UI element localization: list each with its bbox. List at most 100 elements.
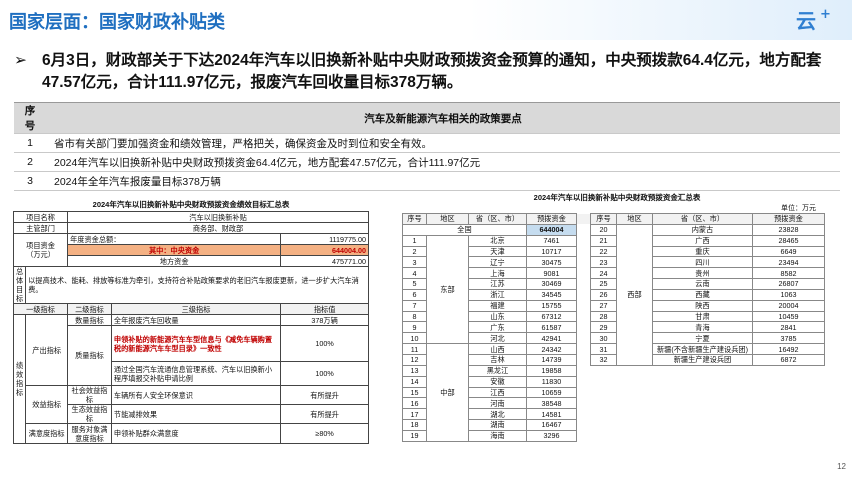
alloc-seq: 11	[402, 343, 427, 355]
alloc-seq: 4	[402, 267, 427, 280]
alloc-region: 中部	[426, 343, 469, 442]
headline-text: 6月3日，财政部关于下达2024年汽车以旧换新补贴中央财政预拨资金预算的通知，中…	[42, 52, 822, 91]
table-gap	[576, 235, 591, 247]
alloc-value: 19858	[526, 364, 577, 377]
table-gap	[576, 365, 591, 377]
budget-row-label: 其中：中央资金	[67, 244, 282, 256]
alloc-seq: 26	[590, 288, 617, 301]
alloc-seq: 25	[590, 278, 617, 290]
perf-indicator: 节能减排效果	[110, 404, 282, 424]
alloc-seq: 30	[590, 332, 617, 345]
table-gap	[576, 213, 591, 225]
policy-table: 序号 汽车及新能源汽车相关的政策要点 1 省市有关部门要加强资金和绩效管理，严格…	[14, 102, 840, 191]
alloc-province: 陕西	[652, 299, 753, 312]
perf-header: 一级指标	[12, 303, 69, 315]
table-gap	[576, 267, 591, 279]
table-gap	[576, 311, 591, 322]
perf-indicator: 申领补贴群众满意度	[110, 423, 282, 444]
alloc-header: 预拨资金	[526, 213, 577, 225]
alloc-seq: 15	[402, 386, 427, 399]
alloc-header: 预拨资金	[752, 213, 825, 225]
alloc-province: 新疆(不含新疆生产建设兵团)	[652, 343, 753, 355]
alloc-value: 30475	[526, 256, 577, 269]
alloc-province: 黑龙江	[468, 364, 527, 377]
alloc-province: 云南	[652, 278, 753, 290]
alloc-province: 甘肃	[652, 310, 753, 323]
empty-cell	[591, 387, 753, 398]
alloc-value: 23828	[752, 223, 825, 236]
alloc-value: 61587	[526, 321, 577, 334]
policy-num: 3	[14, 171, 46, 191]
perf-value: ≥80%	[280, 423, 369, 444]
alloc-seq: 6	[402, 288, 427, 301]
alloc-value: 14581	[526, 408, 577, 421]
page-title: 国家层面：国家财政补贴类	[9, 12, 225, 32]
alloc-total-value: 644004	[526, 223, 577, 236]
perf-value: 378万辆	[280, 314, 369, 326]
table-row: 11 中部 山西 24342 31 新疆(不含新疆生产建设兵团) 16492	[402, 343, 825, 442]
alloc-value: 28465	[752, 234, 825, 247]
alloc-header: 地区	[426, 213, 469, 225]
alloc-seq: 24	[590, 267, 617, 280]
alloc-province: 西藏	[652, 288, 753, 301]
alloc-province: 上海	[468, 267, 527, 280]
alloc-province: 海南	[468, 429, 527, 442]
goal-label: 总体目标	[12, 266, 27, 304]
alloc-province: 河北	[468, 332, 527, 345]
alloc-value: 23494	[752, 256, 825, 269]
budget-row-label: 年度资金总额：	[67, 233, 282, 245]
qty-label: 数量指标	[67, 314, 112, 326]
table-gap	[576, 419, 591, 431]
alloc-value: 10717	[526, 245, 577, 258]
alloc-province: 河南	[468, 397, 527, 410]
alloc-seq: 29	[590, 321, 617, 334]
table-gap	[576, 387, 591, 398]
alloc-seq: 10	[402, 332, 427, 345]
perf-indicator: 车辆所有人安全环保意识	[110, 385, 282, 405]
alloc-province: 广西	[652, 234, 753, 247]
social-label: 社会效益指标	[67, 385, 112, 405]
table-row: 1 省市有关部门要加强资金和绩效管理，严格把关，确保资金及时到位和安全有效。	[14, 133, 840, 153]
alloc-seq: 22	[590, 245, 617, 258]
alloc-seq: 28	[590, 310, 617, 323]
table-gap	[576, 256, 591, 268]
table-gap	[576, 408, 591, 420]
alloc-province: 贵州	[652, 267, 753, 280]
budget-row-value: 1119775.00	[280, 233, 369, 245]
table-gap	[576, 430, 591, 442]
perf-value: 商务部、财政部	[67, 222, 369, 234]
perf-value: 有所提升	[280, 385, 369, 405]
alloc-value: 42941	[526, 332, 577, 345]
policy-col-content: 汽车及新能源汽车相关的政策要点	[46, 102, 840, 134]
alloc-header: 序号	[590, 213, 617, 225]
alloc-seq: 17	[402, 408, 427, 421]
alloc-value: 38548	[526, 397, 577, 410]
table-gap	[576, 321, 591, 333]
alloc-province: 安徽	[468, 375, 527, 388]
perf-indicator: 通过全国汽车流通信息管理系统、汽车以旧换新小程序填报交补贴申请比例	[110, 361, 282, 386]
alloc-header: 序号	[402, 213, 427, 225]
alloc-seq: 5	[402, 278, 427, 290]
alloc-seq: 7	[402, 299, 427, 312]
alloc-value: 67312	[526, 310, 577, 323]
budget-row-value: 475771.00	[280, 255, 369, 267]
perf-indicator: 全年报废汽车回收量	[110, 314, 282, 326]
alloc-province: 山东	[468, 310, 527, 323]
alloc-province: 内蒙古	[652, 223, 753, 236]
cloud-plus-logo-icon: 云 +	[794, 4, 838, 34]
alloc-value: 10459	[752, 310, 825, 323]
alloc-province: 新疆生产建设兵团	[652, 353, 753, 366]
svg-text:+: +	[820, 7, 831, 22]
table-gap	[576, 246, 591, 257]
alloc-seq: 32	[590, 353, 617, 366]
alloc-table-caption: 2024年汽车以旧换新补贴中央财政预拨资金汇总表	[533, 193, 701, 202]
alloc-province: 四川	[652, 256, 753, 269]
alloc-value: 20004	[752, 299, 825, 312]
alloc-seq: 20	[590, 223, 617, 236]
empty-cell	[591, 376, 753, 387]
perf-value: 有所提升	[280, 404, 369, 424]
alloc-seq: 3	[402, 256, 427, 269]
unit-label: 单位：万元	[781, 205, 816, 212]
alloc-province: 辽宁	[468, 256, 527, 269]
budget-row-value: 644004.00	[280, 244, 369, 256]
